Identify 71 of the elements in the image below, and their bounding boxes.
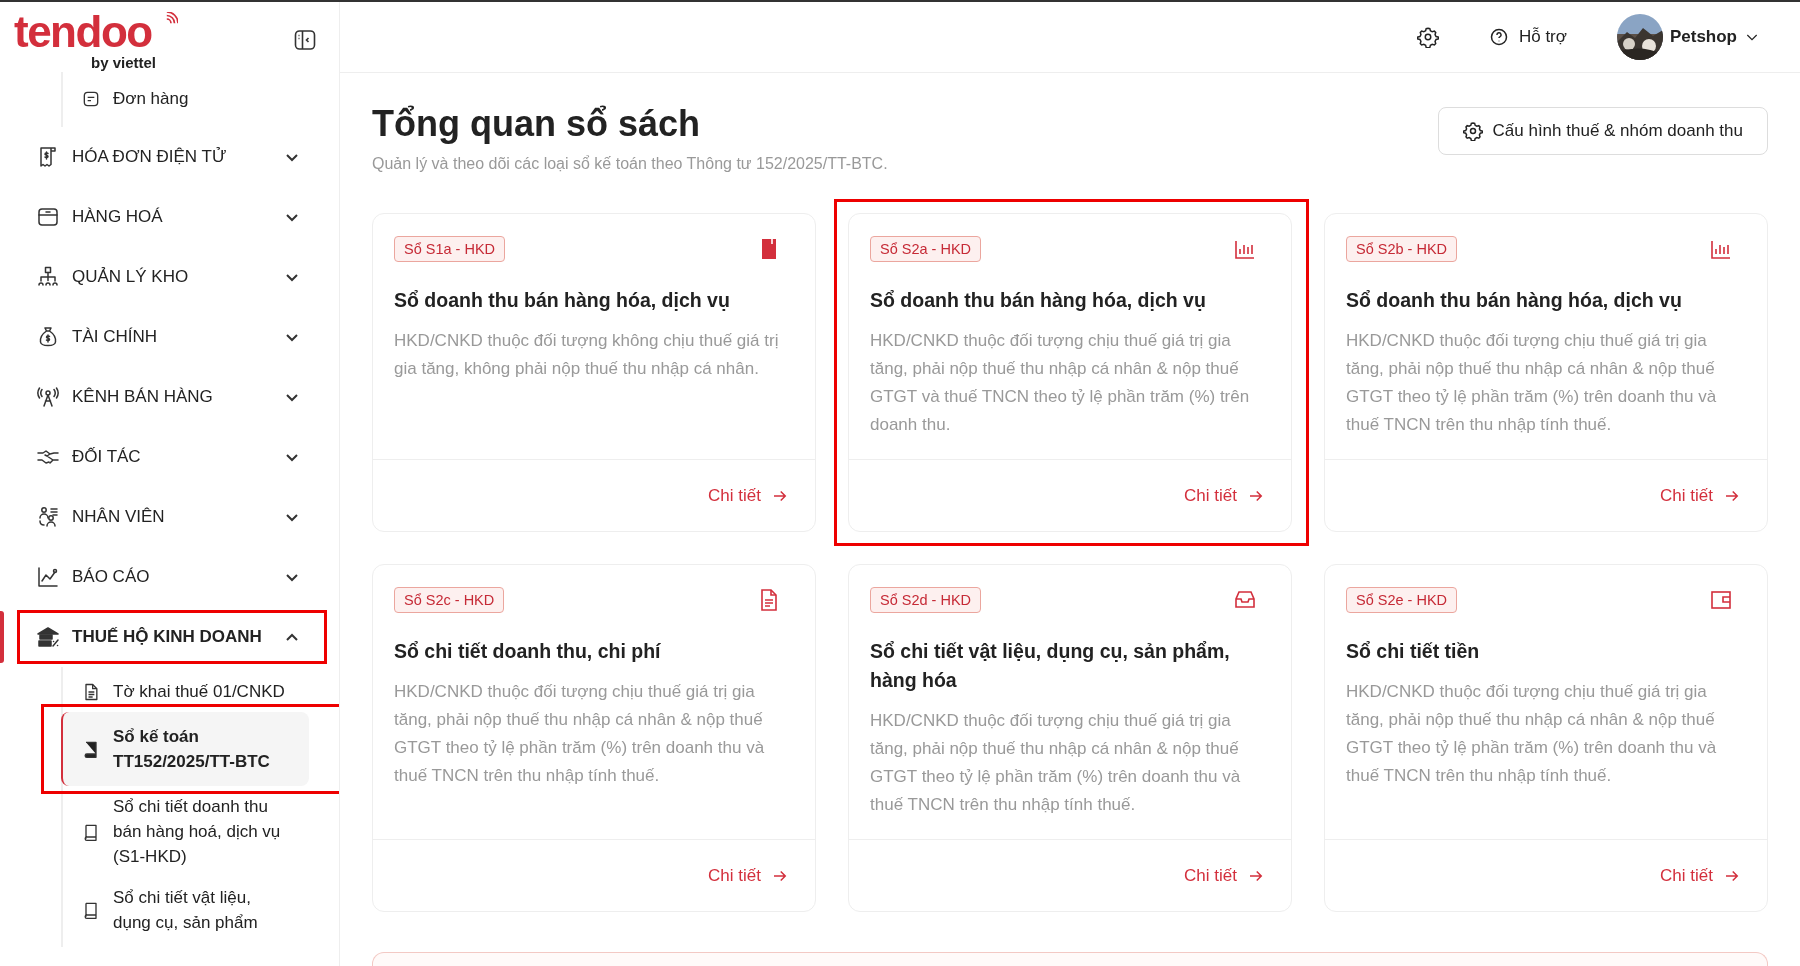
sidebar-item[interactable]: HÀNG HOÁ — [0, 187, 339, 247]
card-description: HKD/CNKD thuộc đối tượng chịu thuế giá trị gia tăng, phải nộp thuế thu nhập cá nhân & nộp thuế GTGT theo tỷ lệ phần trăm (%) trên doanh thu và thuế TNCN trên thu nhập tính thuế. — [870, 710, 1242, 816]
sidebar-subitem[interactable]: Sổ chi tiết doanh thu bán hàng hoá, dịch vụ (S1-HKD) — [63, 786, 309, 877]
sidebar-subitem[interactable]: Sổ kế toán TT152/2025/TT-BTC — [61, 712, 309, 786]
help-label: Hỗ trợ — [1518, 27, 1567, 47]
user-menu[interactable]: Petshop — [1616, 14, 1760, 60]
card-description: HKD/CNKD thuộc đối tượng chịu thuế giá trị gia tăng, phải nộp thuế thu nhập cá nhân & nộp thuế GTGT theo tỷ lệ phần trăm (%) trên doanh thu và thuế TNCN trên thu nhập tính thuế. — [394, 681, 766, 787]
sidebar-item-label: NHÂN VIÊN — [72, 507, 166, 527]
page-subtitle: Quản lý và theo dõi các loại sổ kế toán theo Thông tư 152/2025/TT-BTC. — [372, 155, 888, 173]
sidebar-item[interactable]: QUẢN LÝ KHO — [0, 247, 339, 307]
settings-icon[interactable] — [1416, 26, 1439, 48]
sidebar-item[interactable]: BÁO CÁO — [0, 547, 339, 607]
hierarchy-icon — [36, 265, 60, 289]
card-title: Sổ doanh thu bán hàng hóa, dịch vụ — [870, 288, 1207, 313]
sidebar-item[interactable]: ĐỐI TÁC — [0, 427, 339, 487]
sidebar-subitem[interactable]: Sổ chi tiết vật liệu, dụng cụ, sản phẩm — [63, 877, 309, 943]
staff-icon — [36, 505, 60, 529]
ledger-tag: Sổ S2d - HKD — [870, 587, 982, 613]
page-title: Tổng quan sổ sách — [372, 103, 702, 145]
sidebar-item-label: QUẢN LÝ KHO — [72, 267, 190, 287]
ledger-tag: Sổ S2e - HKD — [1346, 587, 1458, 613]
sidebar-item[interactable]: NHÂN VIÊN — [0, 487, 339, 547]
detail-link[interactable]: Chi tiết — [1660, 485, 1741, 506]
detail-link[interactable]: Chi tiết — [1184, 485, 1265, 506]
card-title: Sổ doanh thu bán hàng hóa, dịch vụ — [394, 288, 731, 313]
line-chart-icon — [36, 565, 60, 589]
ledger-tag: Sổ S1a - HKD — [394, 236, 506, 262]
sidebar-subitem[interactable]: Tờ khai thuế 01/CNKD — [63, 671, 309, 712]
card-description: HKD/CNKD thuộc đối tượng chịu thuế giá trị gia tăng, phải nộp thuế thu nhập cá nhân & nộp thuế GTGT và thuế TNCN theo tỷ lệ phần trăm (%) trên doanh thu. — [870, 330, 1251, 436]
card-description: HKD/CNKD thuộc đối tượng chịu thuế giá trị gia tăng, phải nộp thuế thu nhập cá nhân & nộp thuế GTGT theo tỷ lệ phần trăm (%) trên doanh thu và thuế TNCN trên thu nhập tính thuế. — [1346, 681, 1718, 787]
card-title: Sổ chi tiết doanh thu, chi phí — [394, 639, 662, 664]
detail-link[interactable]: Chi tiết — [708, 865, 789, 886]
card-title: Sổ chi tiết tiền — [1346, 639, 1481, 664]
sidebar-subitem[interactable]: Đơn hàng — [63, 78, 309, 119]
detail-link[interactable]: Chi tiết — [1660, 865, 1741, 886]
wallet-icon — [1709, 588, 1733, 612]
sidebar-item-label: HÀNG HOÁ — [72, 207, 164, 227]
sidebar-item[interactable]: TÀI CHÍNH — [0, 307, 339, 367]
sidebar-item[interactable]: THUẾ HỘ KINH DOANH — [0, 607, 339, 667]
sidebar-item-label: BÁO CÁO — [72, 567, 151, 587]
card-description: HKD/CNKD thuộc đối tượng không chịu thuế giá trị gia tăng, không phải nộp thuế thu nhập cá nhân. — [394, 330, 780, 380]
config-button[interactable]: Cấu hình thuế & nhóm doanh thu — [1437, 107, 1768, 155]
active-indicator — [0, 611, 4, 663]
sidebar-item-label: ĐỐI TÁC — [72, 447, 142, 467]
sidebar-subitem-label: Sổ chi tiết doanh thu bán hàng hoá, dịch vụ (S1-HKD) — [113, 796, 282, 868]
card-title: Sổ chi tiết vật liệu, dụng cụ, sản phẩm, hàng hóa — [870, 639, 1231, 693]
card-description: HKD/CNKD thuộc đối tượng chịu thuế giá trị gia tăng, phải nộp thuế thu nhập cá nhân & nộp thuế GTGT theo tỷ lệ phần trăm (%) trên doanh thu và thuế TNCN trên thu nhập tính thuế. — [1346, 330, 1718, 436]
ledger-tag: Sổ S2c - HKD — [394, 587, 505, 613]
help-icon — [1488, 27, 1509, 47]
sidebar-item[interactable]: KÊNH BÁN HÀNG — [0, 367, 339, 427]
sidebar-item-label: TÀI CHÍNH — [72, 327, 158, 347]
detail-link[interactable]: Chi tiết — [1184, 865, 1265, 886]
ledger-tag: Sổ S2b - HKD — [1346, 236, 1458, 262]
settings-icon — [1462, 121, 1483, 141]
sidebar-item-label: KÊNH BÁN HÀNG — [72, 387, 214, 407]
detail-link[interactable]: Chi tiết — [708, 485, 789, 506]
ledger-tag: Sổ S2a - HKD — [870, 236, 982, 262]
sidebar-subitem-label: Sổ kế toán TT152/2025/TT-BTC — [113, 726, 271, 773]
sidebar-item-label: THUẾ HỘ KINH DOANH — [72, 627, 263, 647]
sidebar-item-label: HÓA ĐƠN ĐIỆN TỬ — [72, 147, 228, 167]
sidebar-subitem-label: Đơn hàng — [113, 88, 189, 110]
antenna-icon — [36, 385, 60, 409]
help-link[interactable]: Hỗ trợ — [1488, 27, 1567, 47]
collapse-sidebar-icon[interactable] — [293, 28, 317, 52]
sidebar-subitem-label: Sổ chi tiết vật liệu, dụng cụ, sản phẩm — [113, 887, 259, 934]
sidebar-subitem-label: Tờ khai thuế 01/CNKD — [113, 681, 285, 703]
logo: tendoo by viettel — [14, 10, 182, 72]
bank-icon — [36, 625, 60, 649]
sidebar-item[interactable]: HÓA ĐƠN ĐIỆN TỬ — [0, 127, 339, 187]
box-icon — [36, 205, 60, 229]
card-title: Sổ doanh thu bán hàng hóa, dịch vụ — [1346, 288, 1683, 313]
